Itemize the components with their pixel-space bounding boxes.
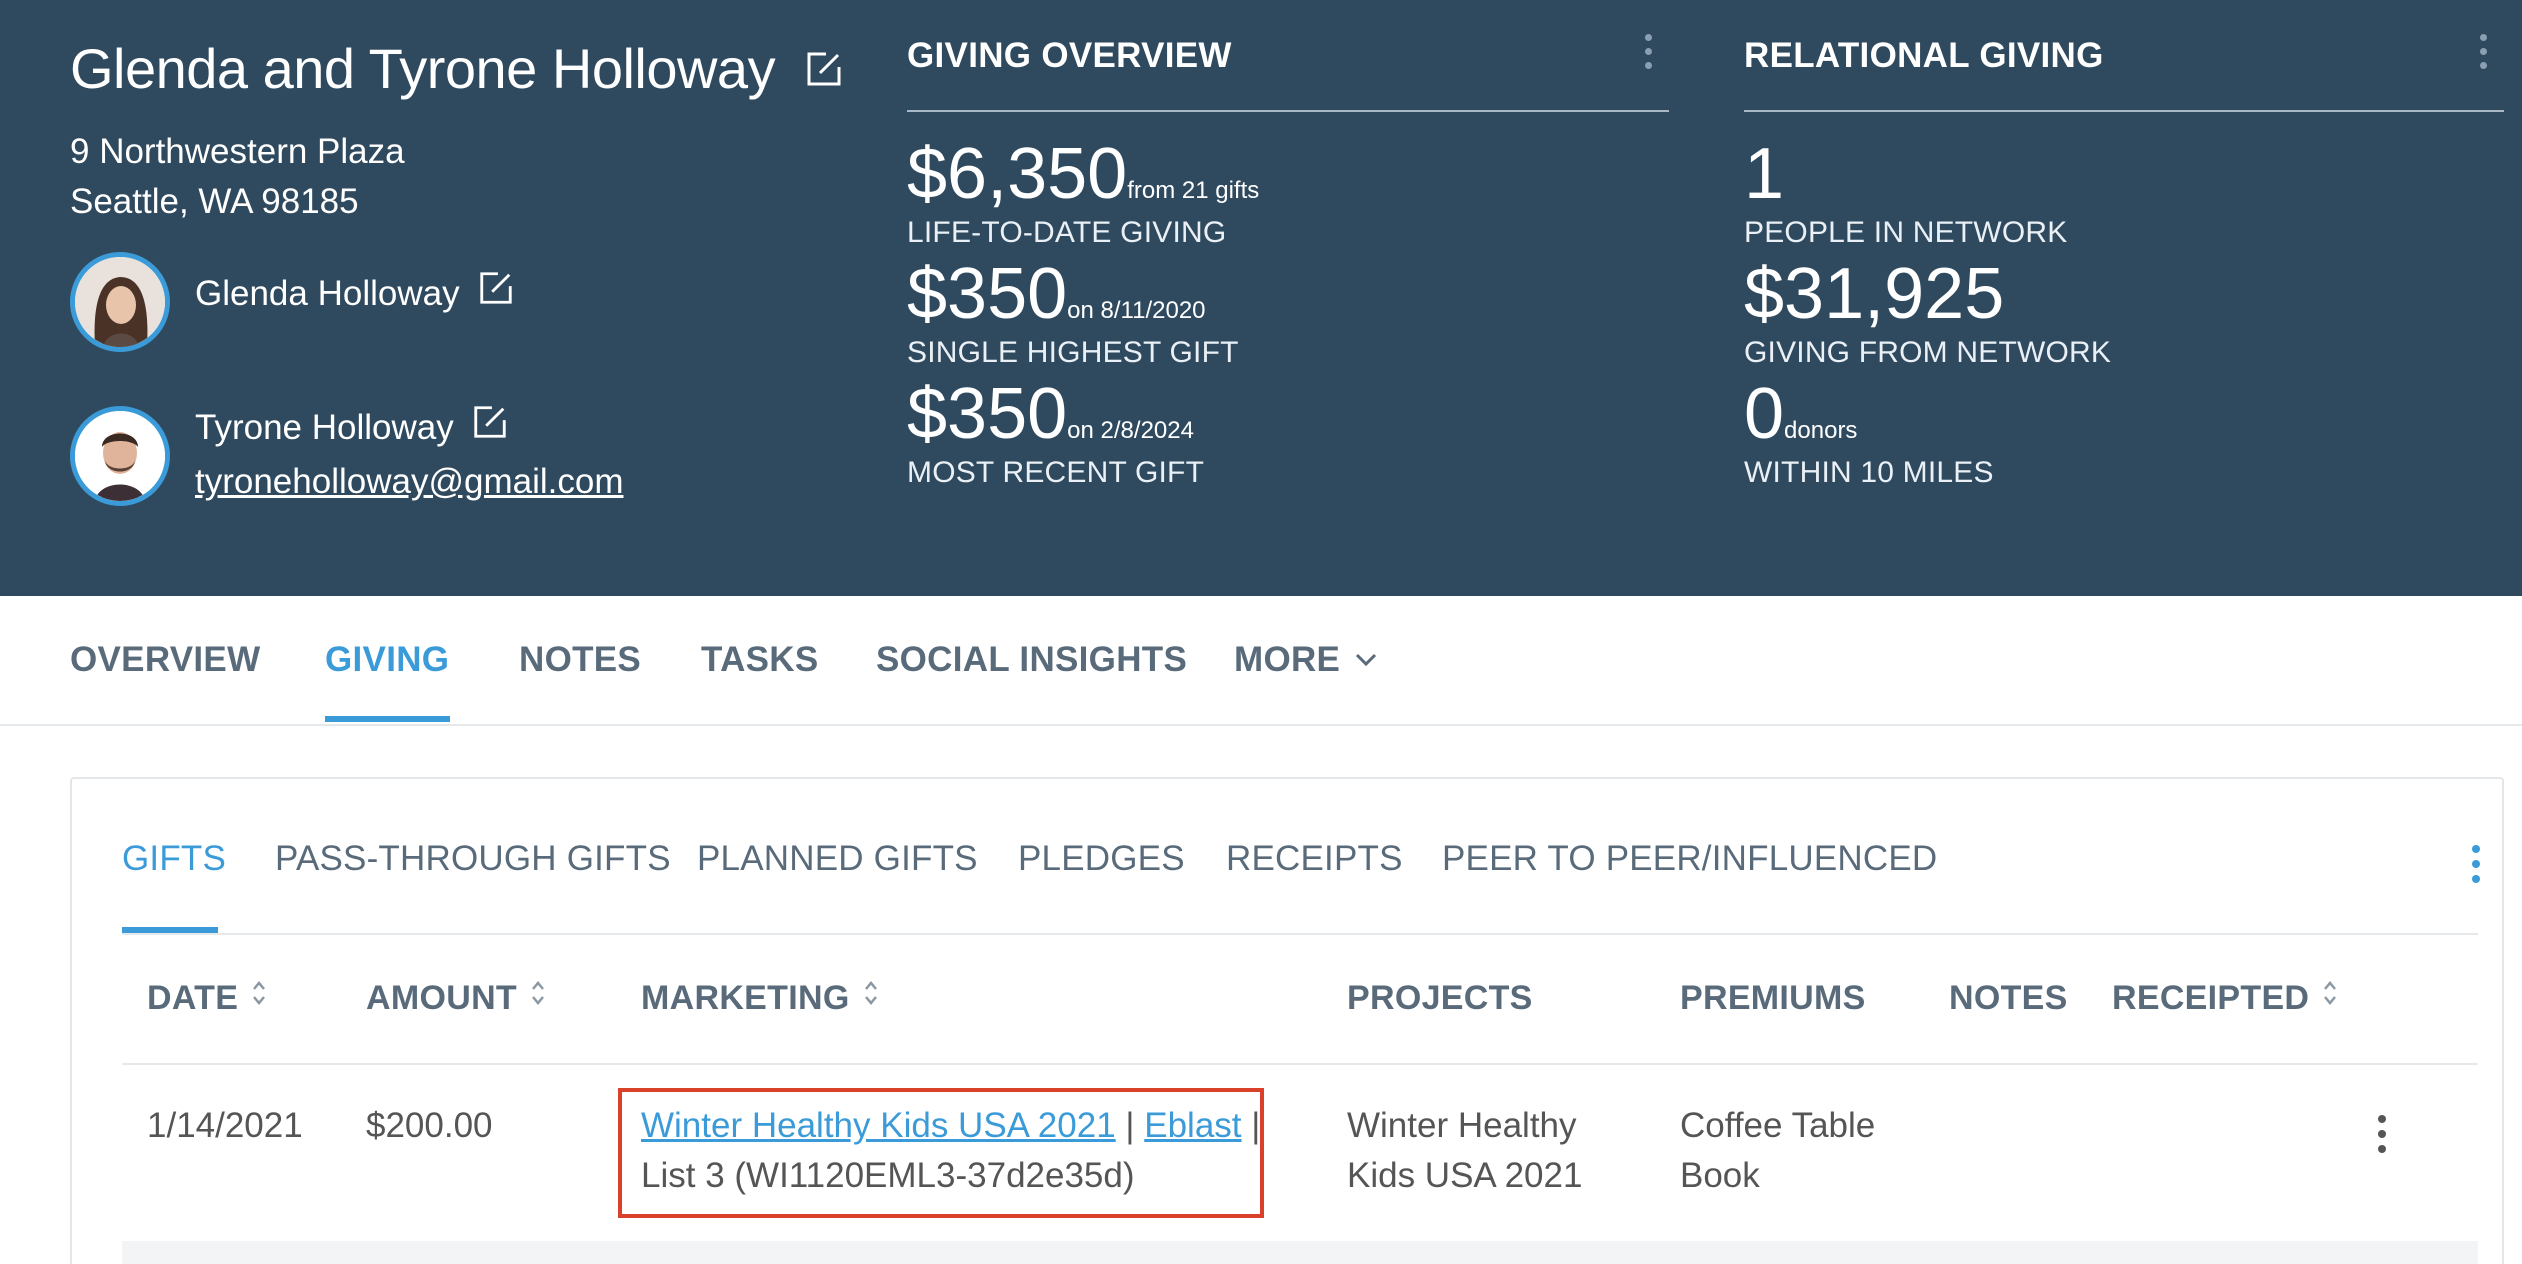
stat-value: $350 xyxy=(907,254,1068,334)
tab-tasks[interactable]: TASKS xyxy=(701,640,819,680)
sort-icon xyxy=(2323,977,2337,1016)
tab-more-label: MORE xyxy=(1234,640,1341,679)
avatar[interactable] xyxy=(70,252,170,352)
avatar[interactable] xyxy=(70,406,170,506)
column-header-projects: PROJECTS xyxy=(1347,979,1533,1017)
edit-donor-icon[interactable] xyxy=(804,37,844,102)
member-name-text: Tyrone Holloway xyxy=(195,407,454,447)
subtab-pledges[interactable]: PLEDGES xyxy=(1018,839,1185,879)
column-header-date[interactable]: DATE xyxy=(147,979,266,1018)
giving-overview-panel: GIVING OVERVIEW $6,350from 21 gifts LIFE… xyxy=(907,0,1669,560)
column-header-receipted[interactable]: RECEIPTED xyxy=(2112,979,2337,1018)
member-name: Tyrone Holloway xyxy=(195,406,509,453)
stat-label: SINGLE HIGHEST GIFT xyxy=(907,336,1239,369)
main-tab-bar: OVERVIEW GIVING NOTES TASKS SOCIAL INSIG… xyxy=(0,596,2522,726)
member-name: Glenda Holloway xyxy=(195,272,515,319)
stat-value: $350 xyxy=(907,374,1068,454)
column-header-label: AMOUNT xyxy=(366,979,517,1017)
separator: | xyxy=(1251,1106,1261,1145)
stat-label: MOST RECENT GIFT xyxy=(907,456,1205,489)
cell-premiums-line: Coffee Table xyxy=(1680,1106,1876,1145)
chevron-down-icon xyxy=(1354,637,1378,677)
nearby-donors-stat: 0donors xyxy=(1744,378,1857,450)
stat-value: $6,350 xyxy=(907,134,1128,214)
subtab-peer-to-peer[interactable]: PEER TO PEER/INFLUENCED xyxy=(1442,839,1937,879)
panel-title: GIVING OVERVIEW xyxy=(907,36,1232,75)
donor-header: Glenda and Tyrone Holloway 9 Northwester… xyxy=(0,0,2522,596)
column-header-premiums: PREMIUMS xyxy=(1680,979,1866,1017)
more-vertical-icon[interactable] xyxy=(2472,845,2482,890)
subtab-receipts[interactable]: RECEIPTS xyxy=(1226,839,1403,879)
column-header-label: RECEIPTED xyxy=(2112,979,2310,1017)
more-vertical-icon[interactable] xyxy=(2480,34,2490,76)
column-header-notes: NOTES xyxy=(1949,979,2068,1017)
life-to-date-stat: $6,350from 21 gifts xyxy=(907,138,1259,210)
address-line-1: 9 Northwestern Plaza xyxy=(70,132,405,171)
column-header-amount[interactable]: AMOUNT xyxy=(366,979,545,1018)
separator: | xyxy=(1125,1106,1135,1145)
stat-value: 1 xyxy=(1744,134,1785,214)
cell-projects-line: Kids USA 2021 xyxy=(1347,1156,1583,1195)
stat-detail: from 21 gifts xyxy=(1127,177,1260,204)
panel-title: RELATIONAL GIVING xyxy=(1744,36,2104,75)
cell-date: 1/14/2021 xyxy=(147,1106,303,1145)
address-line-2: Seattle, WA 98185 xyxy=(70,182,359,221)
divider xyxy=(122,1063,2478,1065)
stat-value: 0 xyxy=(1744,374,1785,454)
highest-gift-stat: $350on 8/11/2020 xyxy=(907,258,1206,330)
sort-icon xyxy=(531,977,545,1016)
subtab-pass-through-gifts[interactable]: PASS-THROUGH GIFTS xyxy=(275,839,671,879)
cell-projects-line: Winter Healthy xyxy=(1347,1106,1577,1145)
cell-amount: $200.00 xyxy=(366,1106,493,1145)
people-in-network-stat: 1 xyxy=(1744,138,1784,210)
network-giving-stat: $31,925 xyxy=(1744,258,2004,330)
stat-detail: on 8/11/2020 xyxy=(1067,297,1206,324)
stat-label: LIFE-TO-DATE GIVING xyxy=(907,216,1227,249)
sort-icon xyxy=(252,977,266,1016)
stat-label: WITHIN 10 MILES xyxy=(1744,456,1994,489)
cell-projects: Winter Healthy Kids USA 2021 xyxy=(1347,1101,1582,1201)
donor-name: Glenda and Tyrone Holloway xyxy=(70,36,844,106)
tab-social-insights[interactable]: SOCIAL INSIGHTS xyxy=(876,640,1187,680)
cell-marketing: Winter Healthy Kids USA 2021 | Eblast | … xyxy=(641,1101,1260,1201)
divider xyxy=(907,110,1669,112)
tab-overview[interactable]: OVERVIEW xyxy=(70,640,260,680)
recent-gift-stat: $350on 2/8/2024 xyxy=(907,378,1194,450)
stat-detail: donors xyxy=(1784,417,1858,444)
subtab-gifts[interactable]: GIFTS xyxy=(122,839,226,879)
sort-icon xyxy=(864,977,878,1016)
tab-notes[interactable]: NOTES xyxy=(519,640,641,680)
campaign-link[interactable]: Winter Healthy Kids USA 2021 xyxy=(641,1106,1116,1145)
channel-link[interactable]: Eblast xyxy=(1144,1106,1241,1145)
tab-giving[interactable]: GIVING xyxy=(325,640,449,680)
more-vertical-icon[interactable] xyxy=(1645,34,1655,76)
relational-giving-panel: RELATIONAL GIVING 1 PEOPLE IN NETWORK $3… xyxy=(1744,0,2504,560)
divider xyxy=(122,933,2478,935)
edit-member-icon[interactable] xyxy=(477,269,515,316)
column-header-marketing[interactable]: MARKETING xyxy=(641,979,878,1018)
active-tab-indicator xyxy=(325,716,450,722)
stat-label: PEOPLE IN NETWORK xyxy=(1744,216,2068,249)
stat-detail: on 2/8/2024 xyxy=(1067,417,1194,444)
cell-premiums: Coffee Table Book xyxy=(1680,1101,1875,1201)
cell-premiums-line: Book xyxy=(1680,1156,1760,1195)
row-actions-icon[interactable] xyxy=(2378,1115,2388,1160)
column-header-label: DATE xyxy=(147,979,239,1017)
table-row xyxy=(122,1241,2478,1264)
edit-member-icon[interactable] xyxy=(471,403,509,450)
stat-value: $31,925 xyxy=(1744,254,2005,334)
gifts-card: GIFTS PASS-THROUGH GIFTS PLANNED GIFTS P… xyxy=(70,777,2504,1264)
stat-label: GIVING FROM NETWORK xyxy=(1744,336,2112,369)
tab-more[interactable]: MORE xyxy=(1234,640,1378,680)
subtab-planned-gifts[interactable]: PLANNED GIFTS xyxy=(697,839,978,879)
column-header-label: MARKETING xyxy=(641,979,850,1017)
divider xyxy=(1744,110,2504,112)
marketing-list: List 3 (WI1120EML3-37d2e35d) xyxy=(641,1156,1135,1195)
member-name-text: Glenda Holloway xyxy=(195,273,460,313)
member-email-link[interactable]: tyroneholloway@gmail.com xyxy=(195,462,623,502)
donor-name-text: Glenda and Tyrone Holloway xyxy=(70,37,776,100)
